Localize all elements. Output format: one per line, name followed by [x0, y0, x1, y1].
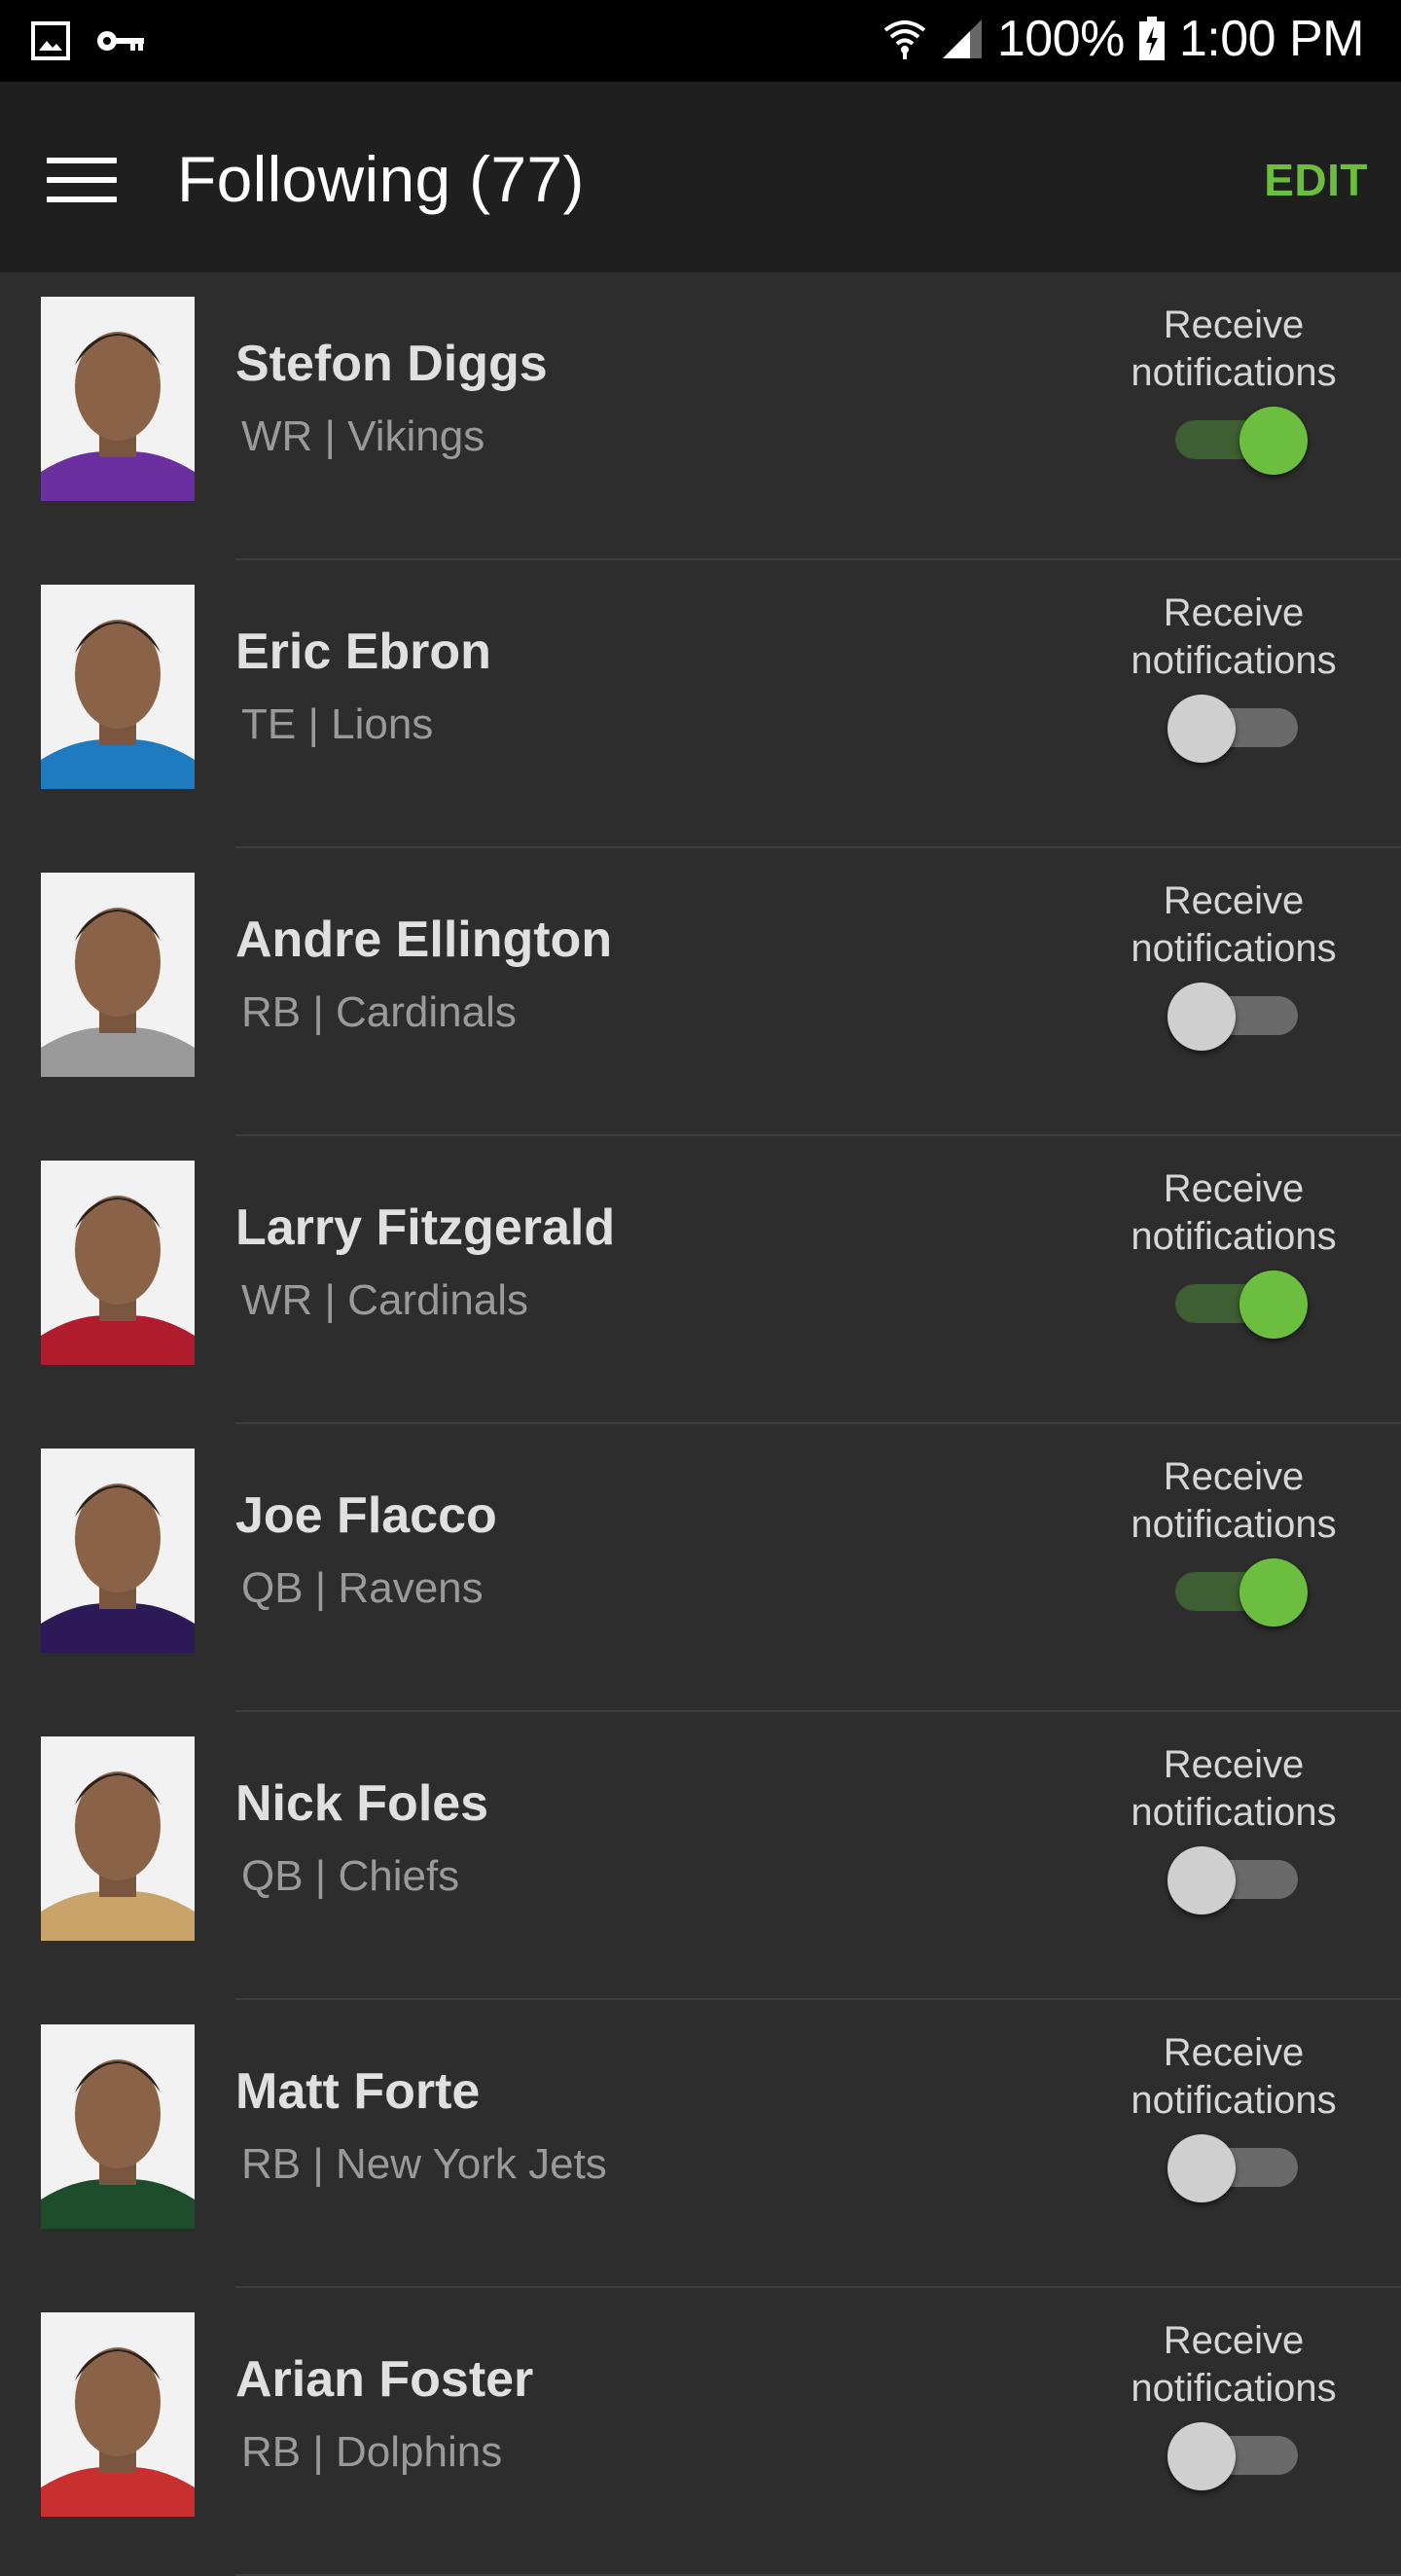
player-name: Joe Flacco: [235, 1487, 497, 1544]
player-name: Stefon Diggs: [235, 336, 548, 392]
notification-label-line2: notifications: [1131, 639, 1337, 682]
list-item[interactable]: Eric Ebron TE | Lions Receive notificati…: [0, 560, 1401, 848]
toggle-thumb: [1168, 983, 1236, 1051]
player-photo: [41, 1449, 195, 1653]
notification-toggle[interactable]: [1168, 2415, 1313, 2492]
toggle-thumb: [1239, 1270, 1308, 1339]
notification-label-line2: notifications: [1131, 2079, 1337, 2122]
player-list: Stefon Diggs WR | Vikings Receive notifi…: [0, 272, 1401, 2576]
player-name: Nick Foles: [235, 1775, 489, 1832]
notification-label-line2: notifications: [1131, 1791, 1337, 1834]
player-position-team: RB | Dolphins: [241, 2428, 503, 2476]
notification-toggle[interactable]: [1168, 687, 1313, 765]
player-photo: [41, 1736, 195, 1941]
toggle-thumb: [1239, 407, 1308, 475]
toggle-thumb: [1239, 1558, 1308, 1627]
page-title: Following (77): [177, 143, 585, 215]
list-item[interactable]: Matt Forte RB | New York Jets Receive no…: [0, 2000, 1401, 2288]
player-name: Matt Forte: [235, 2063, 481, 2120]
notification-label-line1: Receive: [1163, 304, 1305, 346]
notification-label-line2: notifications: [1131, 1503, 1337, 1546]
signal-icon: [942, 19, 982, 58]
player-photo: [41, 585, 195, 789]
list-item[interactable]: Joe Flacco QB | Ravens Receive notificat…: [0, 1424, 1401, 1712]
notification-label: Receive notifications: [1117, 1741, 1350, 1837]
player-position-team: RB | Cardinals: [241, 988, 517, 1036]
notification-label-line2: notifications: [1131, 351, 1337, 394]
battery-charging-icon: [1138, 17, 1165, 60]
notification-label-line1: Receive: [1163, 1743, 1305, 1786]
battery-percent: 100%: [996, 11, 1126, 67]
player-position-team: QB | Chiefs: [241, 1852, 460, 1900]
player-photo: [41, 2312, 195, 2517]
player-name: Arian Foster: [235, 2351, 534, 2408]
notification-toggle[interactable]: [1168, 1839, 1313, 1916]
notification-label: Receive notifications: [1117, 877, 1350, 973]
player-position-team: WR | Vikings: [241, 412, 485, 460]
notification-toggle[interactable]: [1168, 399, 1313, 477]
notification-toggle[interactable]: [1168, 975, 1313, 1053]
notification-label: Receive notifications: [1117, 2029, 1350, 2125]
notification-label: Receive notifications: [1117, 2317, 1350, 2413]
notification-label-line2: notifications: [1131, 927, 1337, 970]
toggle-thumb: [1168, 1846, 1236, 1914]
toggle-thumb: [1168, 2134, 1236, 2202]
player-position-team: QB | Ravens: [241, 1564, 484, 1612]
notification-label-line2: notifications: [1131, 2367, 1337, 2410]
notification-label: Receive notifications: [1117, 1165, 1350, 1261]
notification-label-line1: Receive: [1163, 1167, 1305, 1210]
list-item[interactable]: Larry Fitzgerald WR | Cardinals Receive …: [0, 1136, 1401, 1424]
player-name: Andre Ellington: [235, 912, 613, 968]
notification-label-line1: Receive: [1163, 591, 1305, 634]
list-item[interactable]: Stefon Diggs WR | Vikings Receive notifi…: [0, 272, 1401, 560]
hamburger-menu-icon[interactable]: [47, 158, 117, 204]
notification-label: Receive notifications: [1117, 302, 1350, 397]
player-photo: [41, 297, 195, 501]
notification-label: Receive notifications: [1117, 590, 1350, 685]
notification-toggle[interactable]: [1168, 2127, 1313, 2204]
status-bar: 100% 1:00 PM: [0, 0, 1401, 82]
wifi-icon: [883, 20, 926, 59]
notification-label-line1: Receive: [1163, 1455, 1305, 1498]
player-position-team: RB | New York Jets: [241, 2140, 607, 2188]
app-bar: Following (77) EDIT: [0, 82, 1401, 272]
player-photo: [41, 2024, 195, 2229]
image-icon: [31, 21, 70, 60]
notification-label: Receive notifications: [1117, 1453, 1350, 1549]
notification-label-line2: notifications: [1131, 1215, 1337, 1258]
player-photo: [41, 873, 195, 1077]
edit-button[interactable]: EDIT: [1264, 154, 1368, 206]
status-left-icons: [31, 21, 146, 60]
key-icon: [97, 31, 144, 51]
notification-toggle[interactable]: [1168, 1263, 1313, 1341]
notification-label-line1: Receive: [1163, 2031, 1305, 2074]
list-item[interactable]: Arian Foster RB | Dolphins Receive notif…: [0, 2288, 1401, 2576]
status-right: 100% 1:00 PM: [882, 10, 1365, 68]
notification-toggle[interactable]: [1168, 1551, 1313, 1628]
list-item[interactable]: Nick Foles QB | Chiefs Receive notificat…: [0, 1712, 1401, 2000]
toggle-thumb: [1168, 695, 1236, 763]
player-name: Eric Ebron: [235, 624, 491, 680]
player-position-team: TE | Lions: [241, 700, 434, 748]
player-position-team: WR | Cardinals: [241, 1276, 529, 1324]
list-item[interactable]: Andre Ellington RB | Cardinals Receive n…: [0, 848, 1401, 1136]
notification-label-line1: Receive: [1163, 879, 1305, 922]
toggle-thumb: [1168, 2422, 1236, 2490]
clock: 1:00 PM: [1178, 11, 1365, 67]
player-photo: [41, 1161, 195, 1365]
notification-label-line1: Receive: [1163, 2319, 1305, 2362]
player-name: Larry Fitzgerald: [235, 1199, 616, 1256]
